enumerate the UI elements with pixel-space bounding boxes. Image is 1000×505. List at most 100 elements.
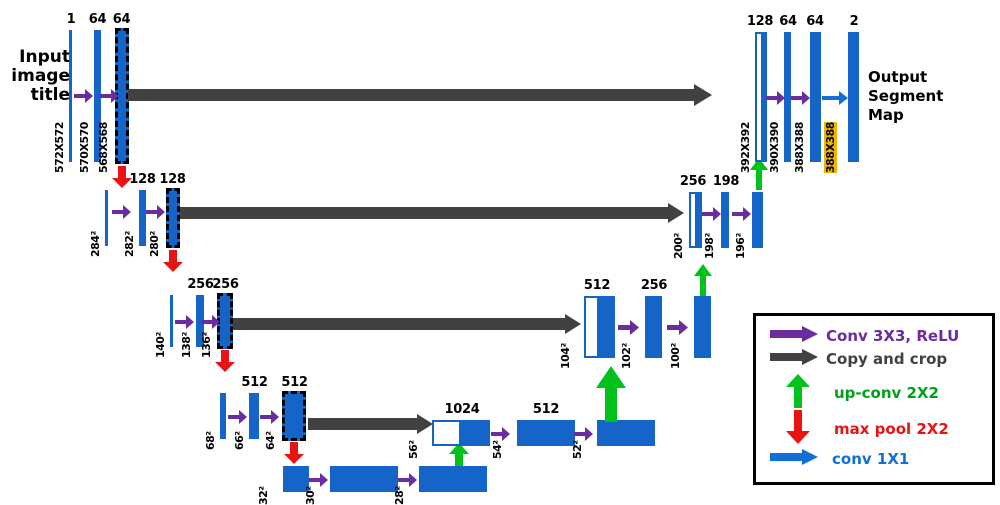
upconv-arrow-4 [449, 443, 469, 470]
legend-row-copy: Copy and crop [770, 349, 947, 369]
conv-arrow-l1-2 [100, 88, 119, 107]
legend-label-conv1x1: conv 1X1 [832, 450, 910, 468]
upconv-arrow-1 [750, 158, 768, 194]
copy-and-crop-icon [770, 349, 818, 369]
feature-bar-d1-out [848, 32, 859, 162]
conv-arrow-l2-1 [112, 204, 131, 223]
dim-label-d2-a: 200² [672, 233, 685, 259]
feature-bar-l2-a [105, 190, 108, 246]
conv-arrow-l3-1 [175, 314, 194, 333]
input-label-line-3: title [30, 85, 70, 105]
copy-crop-arrow-l2 [180, 203, 684, 227]
conv-arrow-d2-1 [702, 206, 721, 225]
feature-bar-l3-a [170, 295, 173, 347]
dim-label-l1-b: 570X570 [78, 122, 91, 173]
output-label-line-3: Map [868, 106, 904, 124]
feature-bar-d2-c [752, 192, 763, 248]
copy-crop-arrow-l1 [128, 84, 712, 110]
conv-arrow-d1-1 [766, 90, 785, 109]
upconv-arrow-2 [694, 264, 712, 300]
conv-arrow-l2-2 [146, 204, 165, 223]
dim-label-d2-b: 198² [703, 233, 716, 259]
max-pool-2x2-icon [786, 410, 810, 448]
feature-bar-d2-crop [689, 192, 697, 248]
feature-bar-l4-b [249, 393, 259, 439]
feature-bar-d4-up [461, 420, 490, 446]
legend-row-conv1x1: conv 1X1 [770, 449, 909, 469]
channel-label-d1-c: 64 [806, 14, 824, 29]
dim-label-d2-c: 196² [734, 233, 747, 259]
feature-bar-d4-b [517, 420, 575, 446]
feature-bar-d3-up [599, 296, 615, 358]
dim-label-d1-b: 390X390 [768, 122, 781, 173]
feature-bar-d2-b [721, 192, 729, 248]
dim-label-l3-a: 140² [154, 332, 167, 358]
channel-label-d3-a: 512 [583, 278, 611, 293]
feature-bar-l1-a [69, 30, 72, 162]
conv-arrow-bottleneck-1 [309, 472, 328, 491]
channel-label-d3-b: 256 [640, 278, 668, 293]
feature-bar-l4-a [220, 393, 226, 439]
legend-label-maxpool: max pool 2X2 [834, 420, 949, 438]
maxpool-arrow-4 [284, 442, 304, 468]
dim-label-l2-b: 282² [123, 231, 136, 257]
dim-label-d1-a: 392X392 [739, 122, 752, 173]
dim-label-d3-b: 102² [620, 343, 633, 369]
conv-arrow-d4-1 [491, 426, 510, 445]
input-image-label: Input image title [4, 48, 70, 105]
channel-label-d4-b: 512 [532, 402, 560, 417]
feature-bar-d3-c [694, 296, 711, 358]
dim-label-l3-c: 136² [200, 332, 213, 358]
conv-1x1-icon [770, 449, 818, 469]
conv1x1-arrow [822, 90, 848, 109]
copy-crop-arrow-l3 [233, 314, 581, 338]
output-segment-map-label: Output Segment Map [868, 68, 988, 125]
legend-row-conv: Conv 3X3, ReLU [770, 326, 959, 346]
dim-label-l2-c: 280² [148, 231, 161, 257]
feature-bar-bottleneck-b [330, 466, 398, 492]
dim-label-l1-c: 568X568 [97, 122, 110, 173]
conv-arrow-d1-2 [791, 90, 810, 109]
channel-label-l1-c: 64 [112, 12, 131, 27]
conv-3x3-relu-icon [770, 326, 818, 346]
channel-label-d2-b: 198 [712, 174, 740, 189]
dim-label-l4-c: 64² [264, 431, 277, 450]
conv-arrow-l1-1 [74, 88, 93, 107]
channel-label-l2-b: 128 [159, 172, 186, 187]
dim-label-l3-b: 138² [180, 332, 193, 358]
dim-label-bottleneck-a: 32² [257, 486, 270, 505]
feature-bar-d3-b [645, 296, 662, 358]
conv-arrow-bottleneck-2 [398, 472, 417, 491]
legend-label-copy: Copy and crop [826, 350, 948, 368]
feature-bar-l4-c [282, 391, 306, 441]
dim-label-l1-a: 572X572 [53, 122, 66, 173]
dim-label-d1-d-highlighted: 388X388 [824, 122, 837, 173]
input-label-line-1: Input [19, 47, 70, 67]
up-conv-2x2-icon [786, 374, 810, 412]
dim-label-d3-a: 104² [559, 343, 572, 369]
conv-arrow-d4-2 [574, 426, 593, 445]
conv-arrow-d3-2 [667, 320, 688, 339]
conv-arrow-d3-1 [618, 320, 639, 339]
conv-arrow-l4-2 [260, 409, 279, 428]
dim-label-d4-a: 56² [407, 440, 420, 459]
maxpool-arrow-3 [215, 350, 235, 376]
legend-row-upconv: up-conv 2X2 [786, 374, 939, 412]
channel-label-l4-a: 512 [241, 375, 268, 390]
feature-bar-d1-crop [755, 32, 763, 162]
channel-label-l4-b: 512 [281, 375, 308, 390]
unet-diagram: Input image title 1 64 64 572X572 570X57… [0, 0, 1000, 505]
feature-bar-d4-crop [432, 420, 461, 446]
legend-label-upconv: up-conv 2X2 [834, 384, 939, 402]
dim-label-l2-a: 284² [89, 231, 102, 257]
legend-label-conv: Conv 3X3, ReLU [826, 327, 960, 345]
conv-arrow-l4-1 [228, 409, 247, 428]
dim-label-l4-a: 68² [204, 431, 217, 450]
conv-arrow-l3-2 [201, 314, 220, 333]
output-label-line-1: Output [868, 68, 928, 86]
channel-label-d1-out: 2 [849, 14, 859, 29]
channel-label-d4-a: 1024 [444, 402, 480, 417]
dim-label-l4-b: 66² [233, 431, 246, 450]
feature-bar-l2-c [166, 188, 180, 248]
dim-label-d3-c: 100² [669, 343, 682, 369]
